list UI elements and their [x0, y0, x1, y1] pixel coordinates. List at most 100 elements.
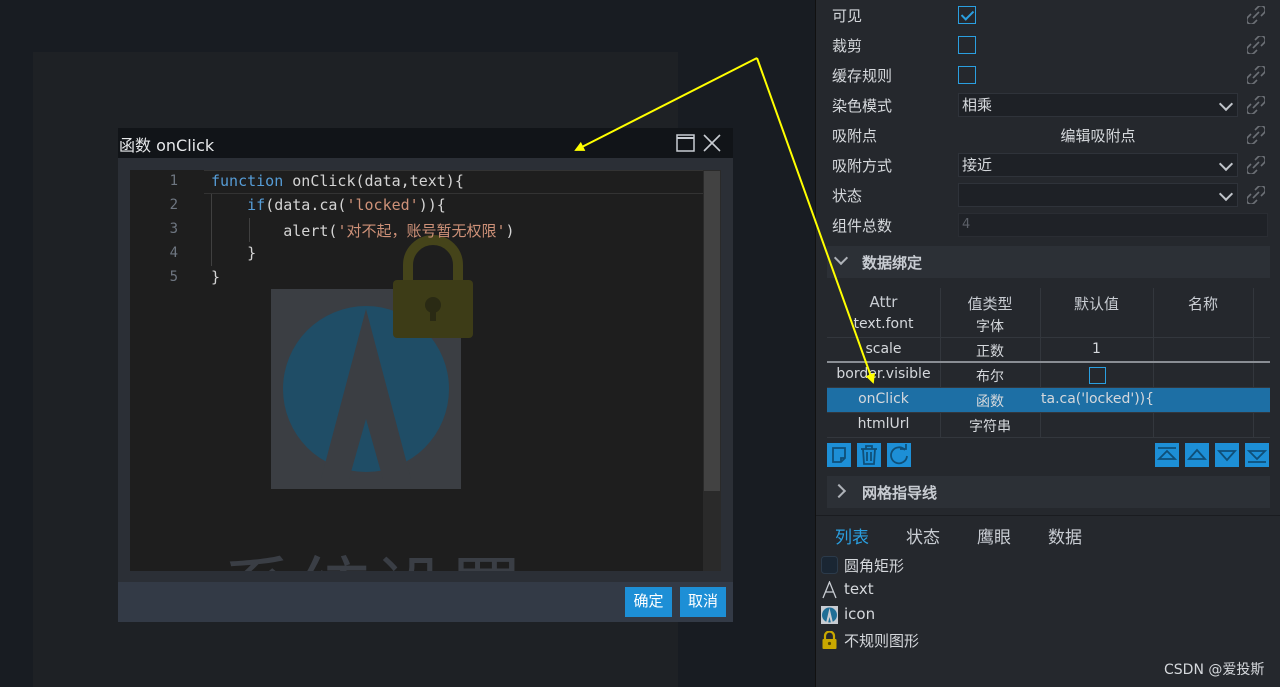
delete-binding-button[interactable]	[857, 443, 881, 467]
tree-item-label: 圆角矩形	[844, 557, 905, 575]
prop-row-anchor: 吸附点 编辑吸附点	[816, 120, 1280, 150]
line-number: 1	[169, 173, 178, 189]
anchor-mode-select[interactable]: 接近	[958, 153, 1238, 177]
credit-watermark: CSDN @爱投斯	[1164, 662, 1265, 678]
tree-item-label: 不规则图形	[844, 632, 920, 650]
table-row[interactable]: htmlUrl 字符串	[827, 413, 1270, 438]
code-token: (data.ca(	[265, 196, 347, 214]
tab-data[interactable]: 数据	[1048, 523, 1082, 548]
prop-label: 吸附方式	[832, 157, 893, 175]
link-icon[interactable]	[1247, 156, 1265, 174]
move-bottom-icon	[1246, 450, 1268, 463]
editor-scrollbar[interactable]	[703, 170, 721, 571]
new-item-icon	[832, 447, 846, 463]
cache-checkbox[interactable]	[958, 66, 976, 84]
watermark-text: 系统设置	[222, 532, 526, 571]
close-icon[interactable]	[702, 133, 722, 153]
maximize-icon[interactable]	[676, 134, 695, 152]
add-binding-button[interactable]	[827, 443, 851, 467]
clip-checkbox[interactable]	[958, 36, 976, 54]
link-icon[interactable]	[1247, 36, 1265, 54]
bottom-tabs: 列表 状态 鹰眼 数据	[816, 515, 1280, 551]
code-token: onClick(data,text){	[283, 172, 464, 190]
move-down-button[interactable]	[1215, 443, 1239, 467]
code-token: alert(	[211, 222, 338, 240]
code-line: if(data.ca('locked')){	[211, 196, 446, 214]
table-cell-attr: scale	[865, 341, 902, 357]
prop-label: 裁剪	[832, 37, 863, 55]
editor-scrollbar-thumb[interactable]	[704, 171, 720, 491]
table-cell-attr: htmlUrl	[857, 416, 910, 432]
move-top-icon	[1156, 447, 1178, 460]
chevron-down-icon	[1218, 96, 1234, 112]
table-cell-attr: onClick	[858, 391, 909, 407]
line-number: 5	[169, 269, 178, 285]
code-token: 'locked'	[346, 196, 419, 214]
trash-icon	[861, 445, 877, 465]
table-header[interactable]: 值类型	[940, 293, 1040, 314]
refresh-icon	[890, 444, 908, 465]
table-cell-attr: border.visible	[836, 366, 931, 382]
table-header[interactable]: Attr	[827, 293, 940, 311]
link-icon[interactable]	[1247, 96, 1265, 114]
prop-label: 可见	[832, 7, 863, 25]
line-number: 3	[169, 221, 178, 237]
table-cell-type: 布尔	[976, 369, 1004, 385]
table-row[interactable]: onClick 函数 ta.ca('locked')){	[827, 388, 1270, 413]
table-cell-type: 字体	[976, 319, 1004, 335]
prop-row-clip: 裁剪	[816, 30, 1280, 60]
chevron-right-icon	[831, 483, 847, 499]
link-icon[interactable]	[1247, 126, 1265, 144]
link-icon[interactable]	[1247, 66, 1265, 84]
link-icon[interactable]	[1247, 186, 1265, 204]
ok-button[interactable]: 确定	[625, 587, 672, 617]
tab-list[interactable]: 列表	[835, 523, 869, 548]
prop-label: 染色模式	[832, 97, 893, 115]
code-line: function onClick(data,text){	[211, 172, 464, 190]
prop-label: 缓存规则	[832, 67, 893, 85]
section-title: 数据绑定	[862, 254, 923, 272]
code-token: )	[505, 222, 515, 240]
move-bottom-button[interactable]	[1245, 443, 1269, 467]
chevron-down-icon	[1218, 186, 1234, 202]
tab-eagle-eye[interactable]: 鹰眼	[977, 523, 1011, 548]
link-icon[interactable]	[1247, 6, 1265, 24]
visible-checkbox[interactable]	[958, 6, 976, 24]
prop-row-state: 状态	[816, 180, 1280, 210]
component-count-input[interactable]: 4	[958, 213, 1268, 237]
table-row[interactable]: border.visible 布尔	[827, 363, 1270, 388]
code-line: }	[211, 268, 220, 286]
blend-mode-select[interactable]: 相乘	[958, 93, 1238, 117]
chevron-down-icon	[1218, 156, 1234, 172]
chevron-down-icon	[833, 250, 849, 266]
table-cell-default: 1	[1092, 341, 1101, 357]
table-header[interactable]: 名称	[1153, 293, 1253, 314]
prop-row-anchor-mode: 吸附方式 接近	[816, 150, 1280, 180]
data-binding-section-header[interactable]: 数据绑定	[827, 246, 1270, 278]
default-value-checkbox[interactable]	[1089, 367, 1106, 384]
cancel-button[interactable]: 取消	[680, 587, 726, 617]
state-select[interactable]	[958, 183, 1238, 207]
edit-anchor-link[interactable]: 编辑吸附点	[958, 125, 1238, 146]
table-header[interactable]: 默认值	[1040, 293, 1153, 314]
prop-label: 状态	[832, 187, 863, 205]
image-icon	[821, 606, 838, 624]
table-row[interactable]: text.font 字体	[827, 313, 1270, 338]
prop-row-blend: 染色模式 相乘	[816, 90, 1280, 120]
move-up-button[interactable]	[1185, 443, 1209, 467]
dialog-titlebar[interactable]: 函数 onClick	[118, 128, 733, 158]
lock-watermark-icon	[393, 235, 473, 338]
tab-state[interactable]: 状态	[906, 523, 940, 548]
table-row[interactable]: scale 正数 1	[827, 338, 1270, 363]
prop-row-cache: 缓存规则	[816, 60, 1280, 90]
move-top-button[interactable]	[1155, 443, 1179, 467]
prop-row-visible: 可见	[816, 0, 1280, 30]
code-line: }	[211, 244, 256, 262]
refresh-binding-button[interactable]	[887, 443, 911, 467]
code-token: }	[211, 244, 257, 262]
line-number: 2	[169, 197, 178, 213]
code-editor[interactable]: 系统设置 12345 function onClick(data,text){ …	[130, 170, 721, 571]
lock-icon	[822, 631, 837, 649]
grid-guides-section-header[interactable]: 网格指导线	[827, 476, 1270, 508]
code-token: }	[211, 268, 221, 286]
